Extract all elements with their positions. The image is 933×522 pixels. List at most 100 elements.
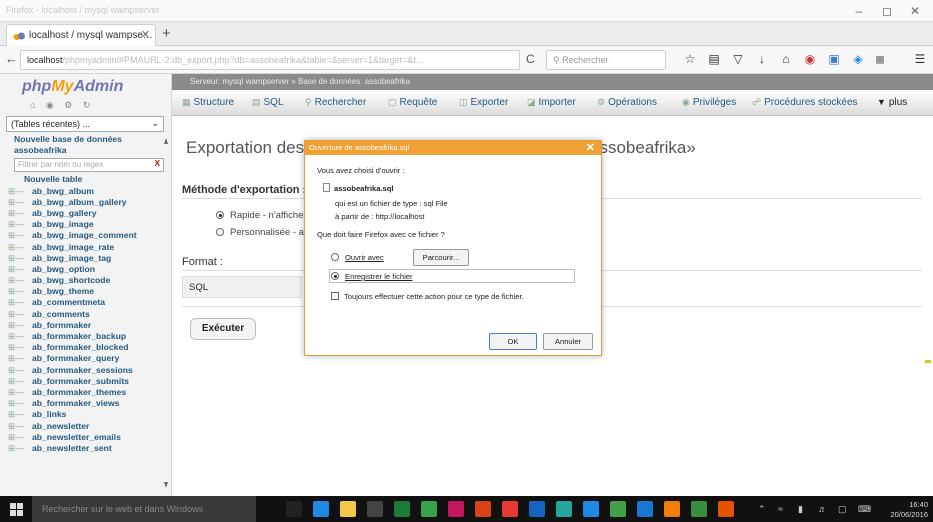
keyboard-icon[interactable]: ⌨ [858, 504, 871, 515]
taskbar-search[interactable]: Rechercher sur le web et dans Windows [32, 496, 256, 522]
app3-icon[interactable] [637, 501, 653, 517]
quick-export-radio[interactable]: Rapide - n'afficher [216, 210, 307, 221]
sidebar-table-item[interactable]: ⊞— ab_bwg_image_comment [4, 230, 170, 241]
tab-search[interactable]: ⚲ Rechercher [305, 97, 366, 108]
minimize-button[interactable]: – [845, 2, 873, 20]
library-icon[interactable]: ▤ [707, 52, 721, 66]
table-expand-icon[interactable]: ⊞— [8, 421, 24, 432]
notification-icon[interactable]: ▢ [838, 504, 847, 515]
table-expand-icon[interactable]: ⊞— [8, 297, 24, 308]
sidebar-scrollbar[interactable] [164, 138, 168, 488]
sidebar-table-item[interactable]: ⊞— ab_newsletter_sent [4, 443, 170, 454]
store-icon[interactable] [367, 501, 383, 517]
database-item[interactable]: assobeafrika [4, 145, 170, 156]
table-expand-icon[interactable]: ⊞— [8, 208, 24, 219]
sidebar-table-item[interactable]: ⊞— ab_formmaker [4, 320, 170, 331]
sidebar-table-item[interactable]: ⊞— ab_bwg_theme [4, 286, 170, 297]
app-icon[interactable] [502, 501, 518, 517]
table-expand-icon[interactable]: ⊞— [8, 286, 24, 297]
table-expand-icon[interactable]: ⊞— [8, 331, 24, 342]
chrome-icon[interactable] [610, 501, 626, 517]
firefox-icon[interactable] [718, 501, 734, 517]
speaker-icon[interactable]: ♬ [818, 504, 827, 514]
back-button[interactable]: ← [5, 51, 18, 66]
sidebar-table-item[interactable]: ⊞— ab_formmaker_themes [4, 387, 170, 398]
table-expand-icon[interactable]: ⊞— [8, 242, 24, 253]
close-window-button[interactable]: ✕ [901, 2, 929, 20]
sidebar-table-item[interactable]: ⊞— ab_bwg_gallery [4, 208, 170, 219]
app2-icon[interactable] [556, 501, 572, 517]
table-expand-icon[interactable]: ⊞— [8, 253, 24, 264]
new-tab-button[interactable]: + [162, 25, 171, 42]
sidebar-table-item[interactable]: ⊞— ab_bwg_image_rate [4, 242, 170, 253]
tab-export[interactable]: ◫ Exporter [459, 97, 508, 108]
table-expand-icon[interactable]: ⊞— [8, 432, 24, 443]
download-icon[interactable]: ↓ [755, 52, 769, 66]
cancel-button[interactable]: Annuler [543, 333, 593, 350]
network-icon[interactable]: ≈ [778, 504, 783, 514]
table-expand-icon[interactable]: ⊞— [8, 230, 24, 241]
new-table-link[interactable]: Nouvelle table [4, 174, 170, 185]
excel-icon[interactable] [394, 501, 410, 517]
sidebar-table-item[interactable]: ⊞— ab_bwg_option [4, 264, 170, 275]
sidebar-table-item[interactable]: ⊞— ab_formmaker_backup [4, 331, 170, 342]
url-bar[interactable]: localhost/phpmyadmin/#PMAURL-2:db_export… [20, 50, 520, 70]
table-expand-icon[interactable]: ⊞— [8, 275, 24, 286]
windows-start-icon[interactable] [10, 503, 23, 516]
table-expand-icon[interactable]: ⊞— [8, 309, 24, 320]
tab-sql[interactable]: ▤ SQL [252, 97, 284, 108]
table-expand-icon[interactable]: ⊞— [8, 443, 24, 454]
sidebar-quick-icons[interactable]: ⌂ ◉ ⚙ ↻ [30, 100, 94, 111]
edge-icon[interactable] [313, 501, 329, 517]
tab-structure[interactable]: ▦ Structure [182, 97, 234, 108]
indesign-icon[interactable] [448, 501, 464, 517]
recent-tables-select[interactable]: (Tables récentes) ... ⌄ [6, 116, 164, 132]
sidebar-table-item[interactable]: ⊞— ab_formmaker_blocked [4, 342, 170, 353]
sidebar-table-item[interactable]: ⊞— ab_newsletter_emails [4, 432, 170, 443]
reload-button[interactable]: C [526, 52, 535, 66]
sidebar-table-item[interactable]: ⊞— ab_formmaker_sessions [4, 365, 170, 376]
home-icon[interactable]: ⌂ [779, 52, 793, 66]
sidebar-table-item[interactable]: ⊞— ab_links [4, 409, 170, 420]
browser-tab[interactable]: localhost / mysql wampse… ✕ [6, 24, 156, 46]
table-expand-icon[interactable]: ⊞— [8, 376, 24, 387]
sidebar-table-item[interactable]: ⊞— ab_newsletter [4, 421, 170, 432]
extension4-icon[interactable]: ◼ [873, 52, 887, 66]
breadcrumb-text[interactable]: Serveur: mysql wampserver » Base de donn… [190, 77, 410, 86]
phpmyadmin-logo[interactable]: phpMyAdmin [22, 78, 123, 96]
save-file-radio[interactable]: Enregistrer le fichier [331, 272, 413, 281]
table-filter-input[interactable]: Filtrer par nom ou regex X [14, 158, 164, 173]
sidebar-table-item[interactable]: ⊞— ab_bwg_shortcode [4, 275, 170, 286]
dialog-close-icon[interactable]: ✕ [586, 141, 595, 154]
tab-operations[interactable]: ⚙ Opérations [597, 97, 657, 108]
execute-button[interactable]: Exécuter [190, 318, 256, 340]
sidebar-table-item[interactable]: ⊞— ab_formmaker_submits [4, 376, 170, 387]
pocket-icon[interactable]: ▽ [731, 52, 745, 66]
sidebar-table-item[interactable]: ⊞— ab_commentmeta [4, 297, 170, 308]
menu-icon[interactable]: ☰ [913, 52, 927, 66]
app4-icon[interactable] [664, 501, 680, 517]
format-select[interactable]: SQL [182, 276, 302, 298]
table-expand-icon[interactable]: ⊞— [8, 353, 24, 364]
tab-close-icon[interactable]: ✕ [141, 28, 150, 41]
sidebar-table-item[interactable]: ⊞— ab_bwg_album_gallery [4, 197, 170, 208]
sidebar-table-item[interactable]: ⊞— ab_formmaker_query [4, 353, 170, 364]
tab-procedures[interactable]: ☍ Procédures stockées [752, 97, 858, 108]
table-expand-icon[interactable]: ⊞— [8, 398, 24, 409]
taskbar-clock[interactable]: 16:40 20/06/2016 [884, 500, 928, 520]
table-expand-icon[interactable]: ⊞— [8, 219, 24, 230]
extension2-icon[interactable]: ▣ [827, 52, 841, 66]
ok-button[interactable]: OK [489, 333, 537, 350]
battery-icon[interactable]: ▮ [798, 504, 803, 515]
table-expand-icon[interactable]: ⊞— [8, 387, 24, 398]
skype-icon[interactable] [583, 501, 599, 517]
open-with-radio[interactable]: Ouvrir avec [331, 253, 384, 262]
sidebar-table-item[interactable]: ⊞— ab_bwg_album [4, 186, 170, 197]
tab-privileges[interactable]: ◉ Privilèges [682, 97, 736, 108]
sidebar-table-item[interactable]: ⊞— ab_bwg_image [4, 219, 170, 230]
star-icon[interactable]: ☆ [683, 52, 697, 66]
tab-query[interactable]: ▢ Requête [388, 97, 437, 108]
file-explorer-icon[interactable] [340, 501, 356, 517]
search-input[interactable]: ⚲ Rechercher [546, 50, 666, 70]
table-expand-icon[interactable]: ⊞— [8, 365, 24, 376]
